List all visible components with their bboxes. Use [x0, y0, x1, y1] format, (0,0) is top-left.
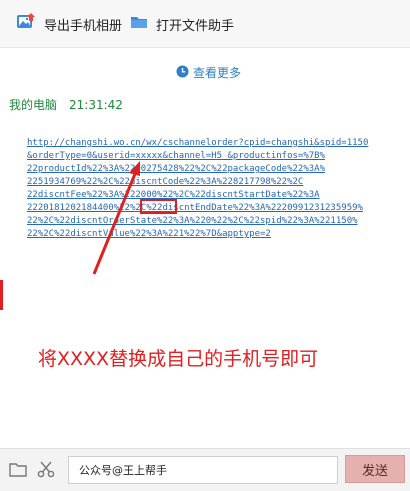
send-button[interactable]: 发送: [345, 455, 405, 483]
message-input[interactable]: [68, 456, 338, 484]
top-toolbar: 导出手机相册 打开文件助手: [0, 0, 410, 48]
scissors-icon[interactable]: [36, 460, 58, 480]
export-album-label: 导出手机相册: [44, 18, 123, 34]
chat-area: 查看更多 我的电脑 21:31:42 http://changshi.wo.cn/…: [0, 48, 410, 448]
left-edge-mark: [0, 280, 3, 310]
annotation-arrow: [92, 161, 140, 275]
open-file-helper-label: 打开文件助手: [156, 18, 235, 34]
folder-icon: [130, 14, 148, 34]
folder-icon[interactable]: [8, 460, 30, 480]
open-file-helper-button[interactable]: 打开文件助手: [130, 13, 234, 35]
export-album-button[interactable]: 导出手机相册: [16, 13, 122, 35]
annotation-text: 将XXXX替换成自己的手机号即可: [38, 348, 319, 370]
image-icon: [16, 13, 36, 35]
input-bar: 发送: [0, 448, 410, 491]
